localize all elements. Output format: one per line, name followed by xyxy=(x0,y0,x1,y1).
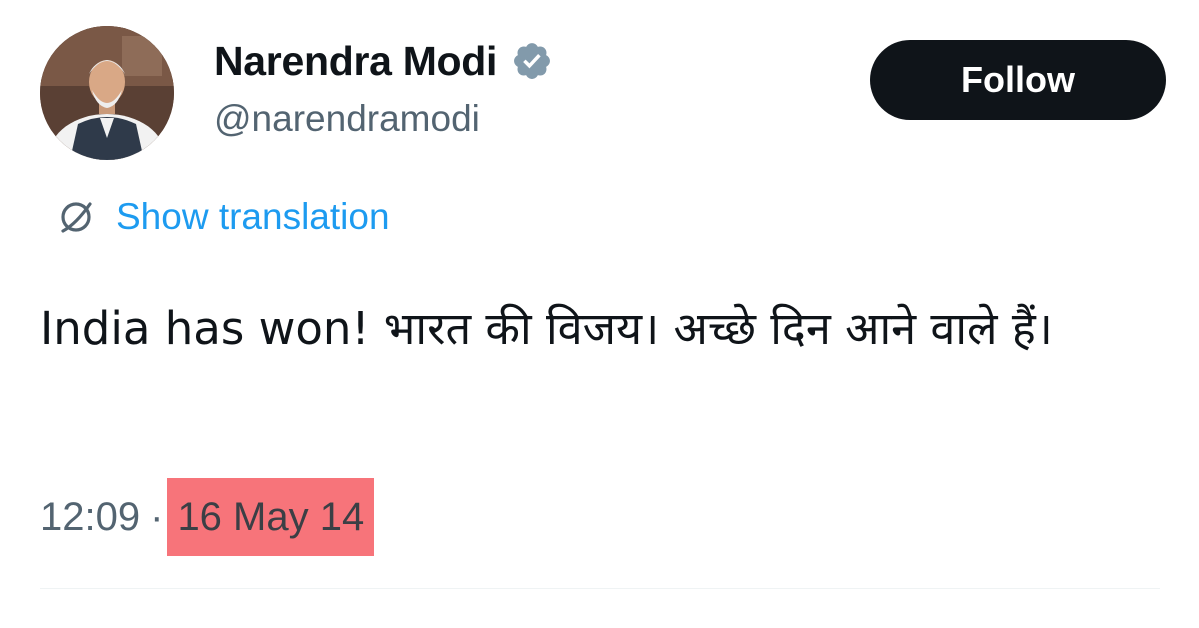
verified-badge-icon[interactable] xyxy=(511,40,553,82)
author-handle[interactable]: @narendramodi xyxy=(214,98,480,140)
divider xyxy=(40,588,1160,589)
avatar[interactable] xyxy=(40,26,174,160)
meta-separator: · xyxy=(150,494,164,539)
tweet-text: India has won! भारत की विजय। अच्छे दिन आ… xyxy=(40,302,1053,355)
show-translation-link[interactable]: Show translation xyxy=(54,193,390,241)
show-translation-label: Show translation xyxy=(116,196,390,237)
tweet-meta: 12:09 · 16 May 14 xyxy=(40,478,375,556)
author-name-row: Narendra Modi xyxy=(214,36,553,86)
profile-photo-icon xyxy=(40,26,174,160)
author-display-name[interactable]: Narendra Modi xyxy=(214,38,497,85)
tweet-card: Narendra Modi @narendramodi Follow Show … xyxy=(0,0,1199,628)
tweet-time[interactable]: 12:09 xyxy=(40,495,140,540)
tweet-date[interactable]: 16 May 14 xyxy=(167,478,375,556)
follow-button[interactable]: Follow xyxy=(870,40,1166,120)
globe-icon xyxy=(54,195,98,239)
